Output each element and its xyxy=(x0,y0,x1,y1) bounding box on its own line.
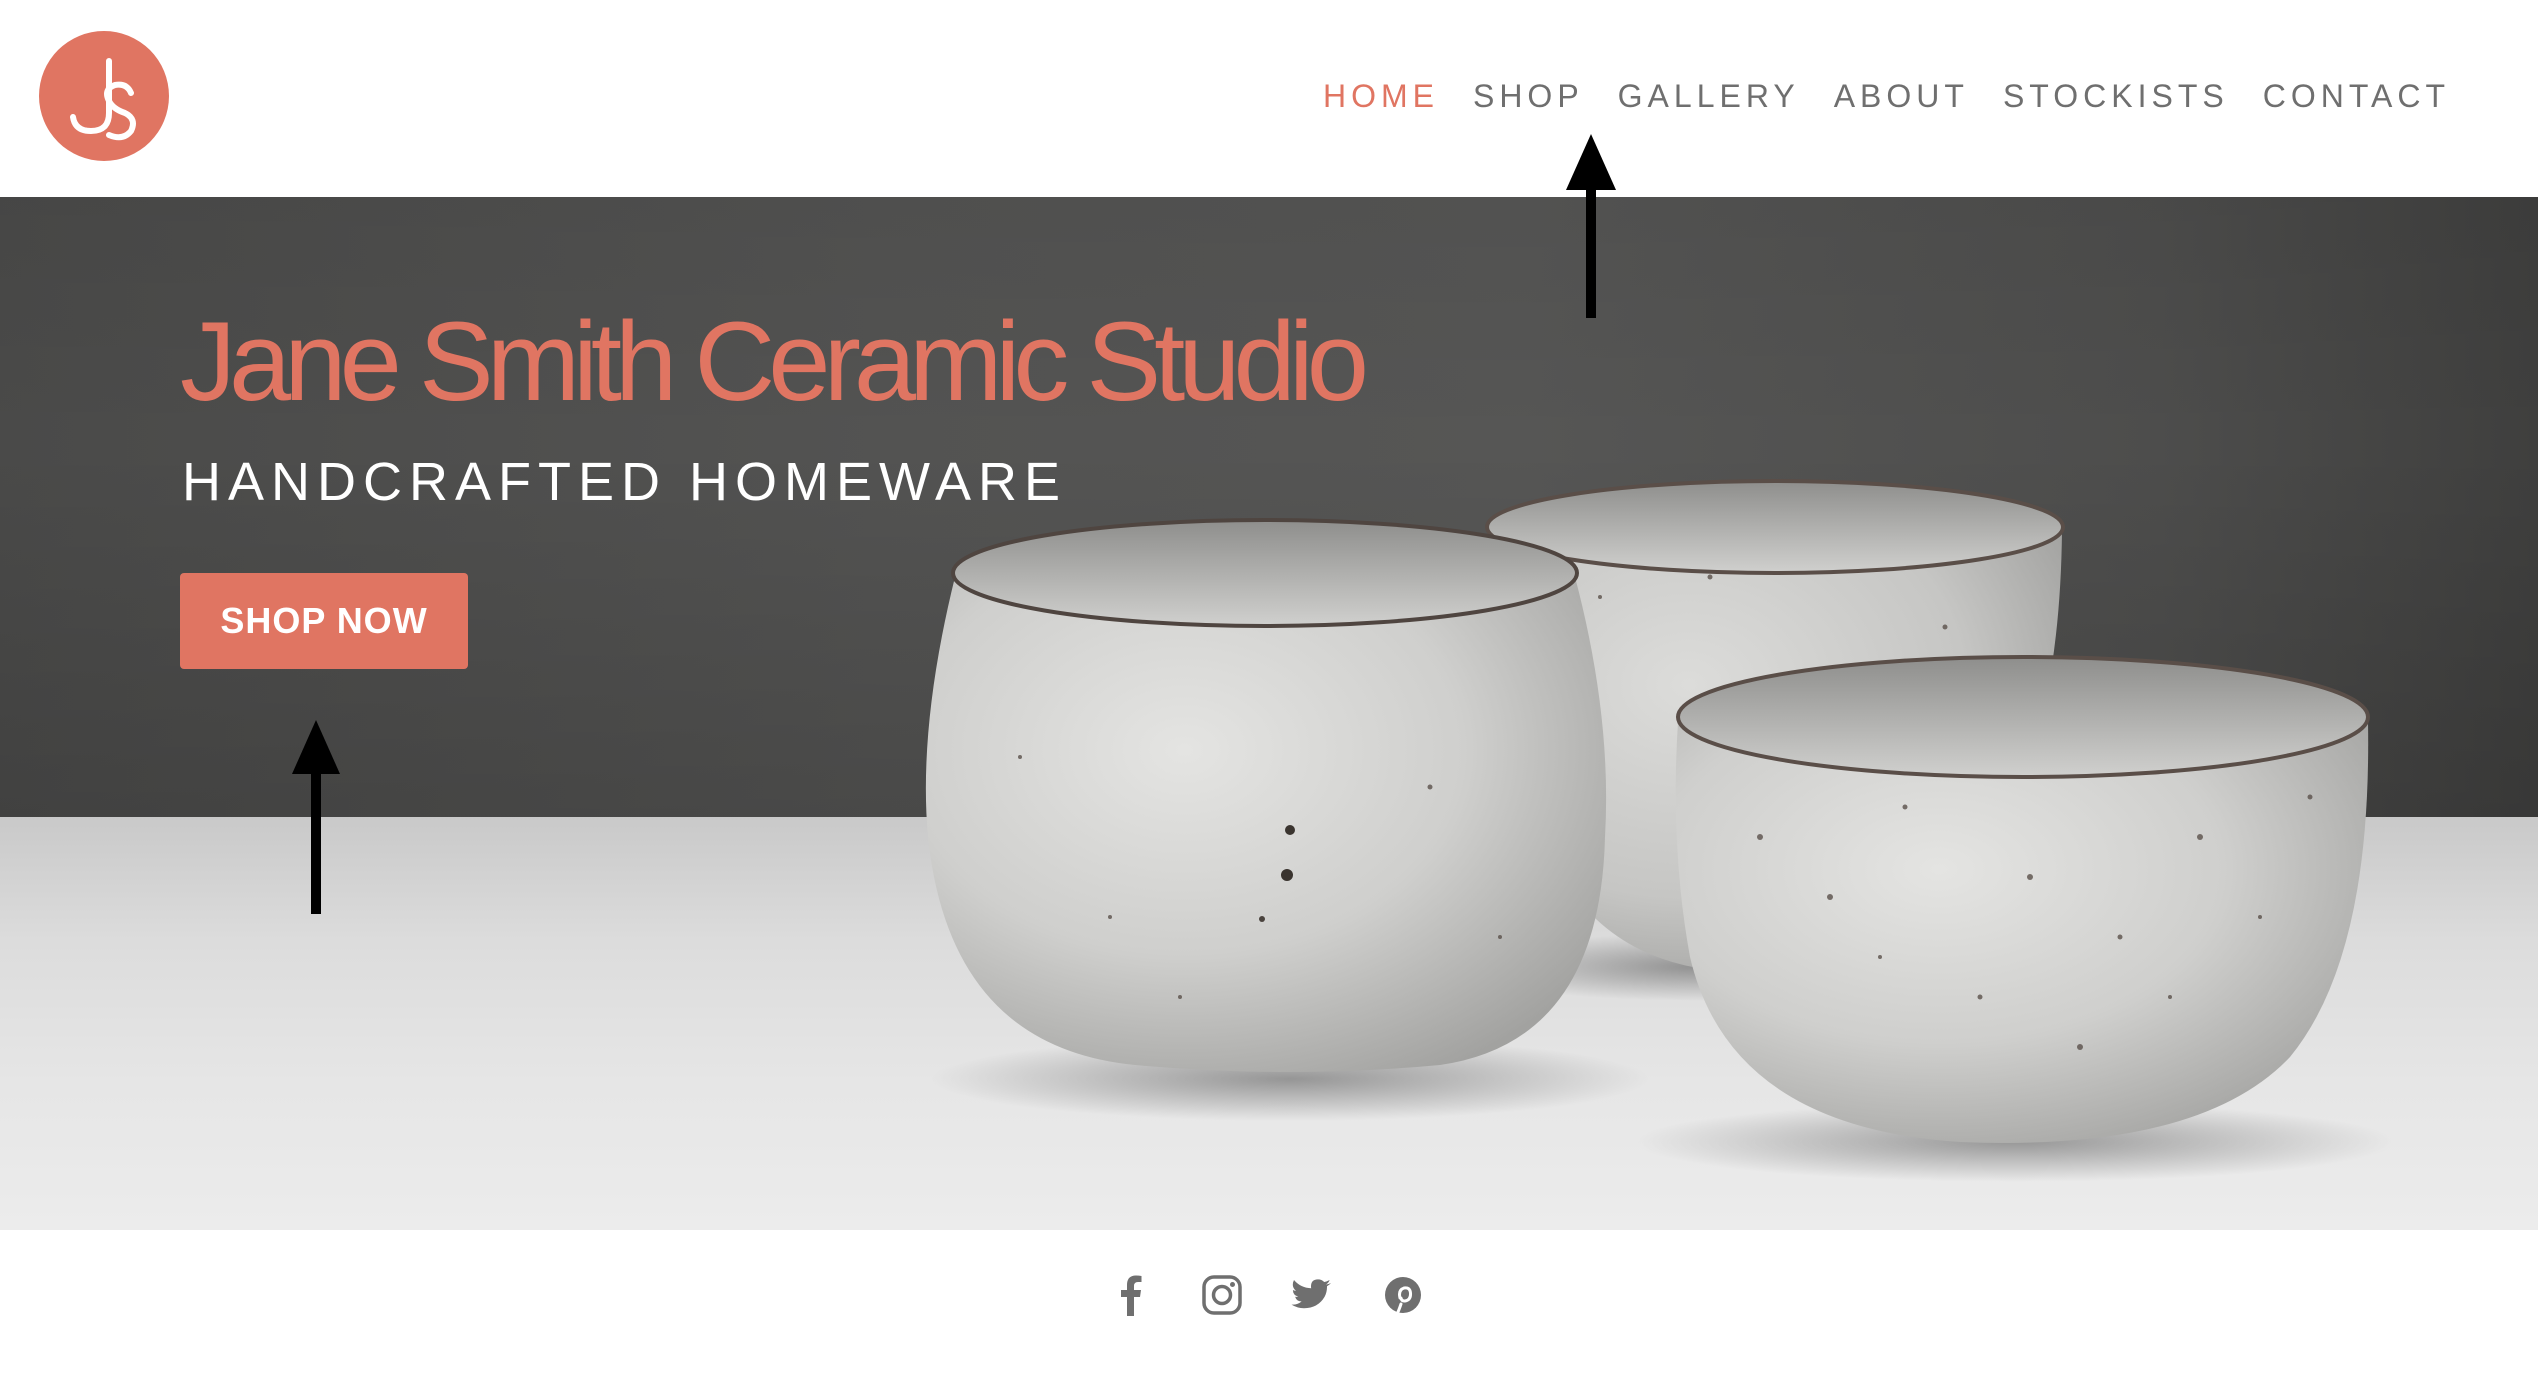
nav-item-about[interactable]: ABOUT xyxy=(1834,74,1969,118)
nav-item-gallery[interactable]: GALLERY xyxy=(1618,74,1800,118)
nav-item-stockists[interactable]: STOCKISTS xyxy=(2003,74,2229,118)
pinterest-icon[interactable] xyxy=(1376,1268,1430,1322)
hero-title: Jane Smith Ceramic Studio xyxy=(180,299,1369,424)
arrow-up-icon xyxy=(1566,134,1616,318)
hero-subtitle: HANDCRAFTED HOMEWARE xyxy=(182,452,1068,512)
nav-list: HOME SHOP GALLERY ABOUT STOCKISTS CONTAC… xyxy=(1289,74,2450,118)
nav-item-home[interactable]: HOME xyxy=(1323,74,1439,118)
twitter-icon[interactable] xyxy=(1285,1268,1339,1322)
social-links xyxy=(0,1230,2538,1389)
nav-item-contact[interactable]: CONTACT xyxy=(2263,74,2450,118)
shop-now-button[interactable]: SHOP NOW xyxy=(180,573,468,669)
arrow-up-icon xyxy=(292,720,340,914)
facebook-icon[interactable] xyxy=(1104,1268,1158,1322)
site-header: HOME SHOP GALLERY ABOUT STOCKISTS CONTAC… xyxy=(0,0,2538,197)
hero-banner: Jane Smith Ceramic Studio HANDCRAFTED HO… xyxy=(0,197,2538,1230)
js-monogram-icon xyxy=(70,58,136,141)
nav-item-shop[interactable]: SHOP xyxy=(1473,74,1584,118)
instagram-icon[interactable] xyxy=(1195,1268,1249,1322)
js-logo[interactable] xyxy=(39,31,169,161)
